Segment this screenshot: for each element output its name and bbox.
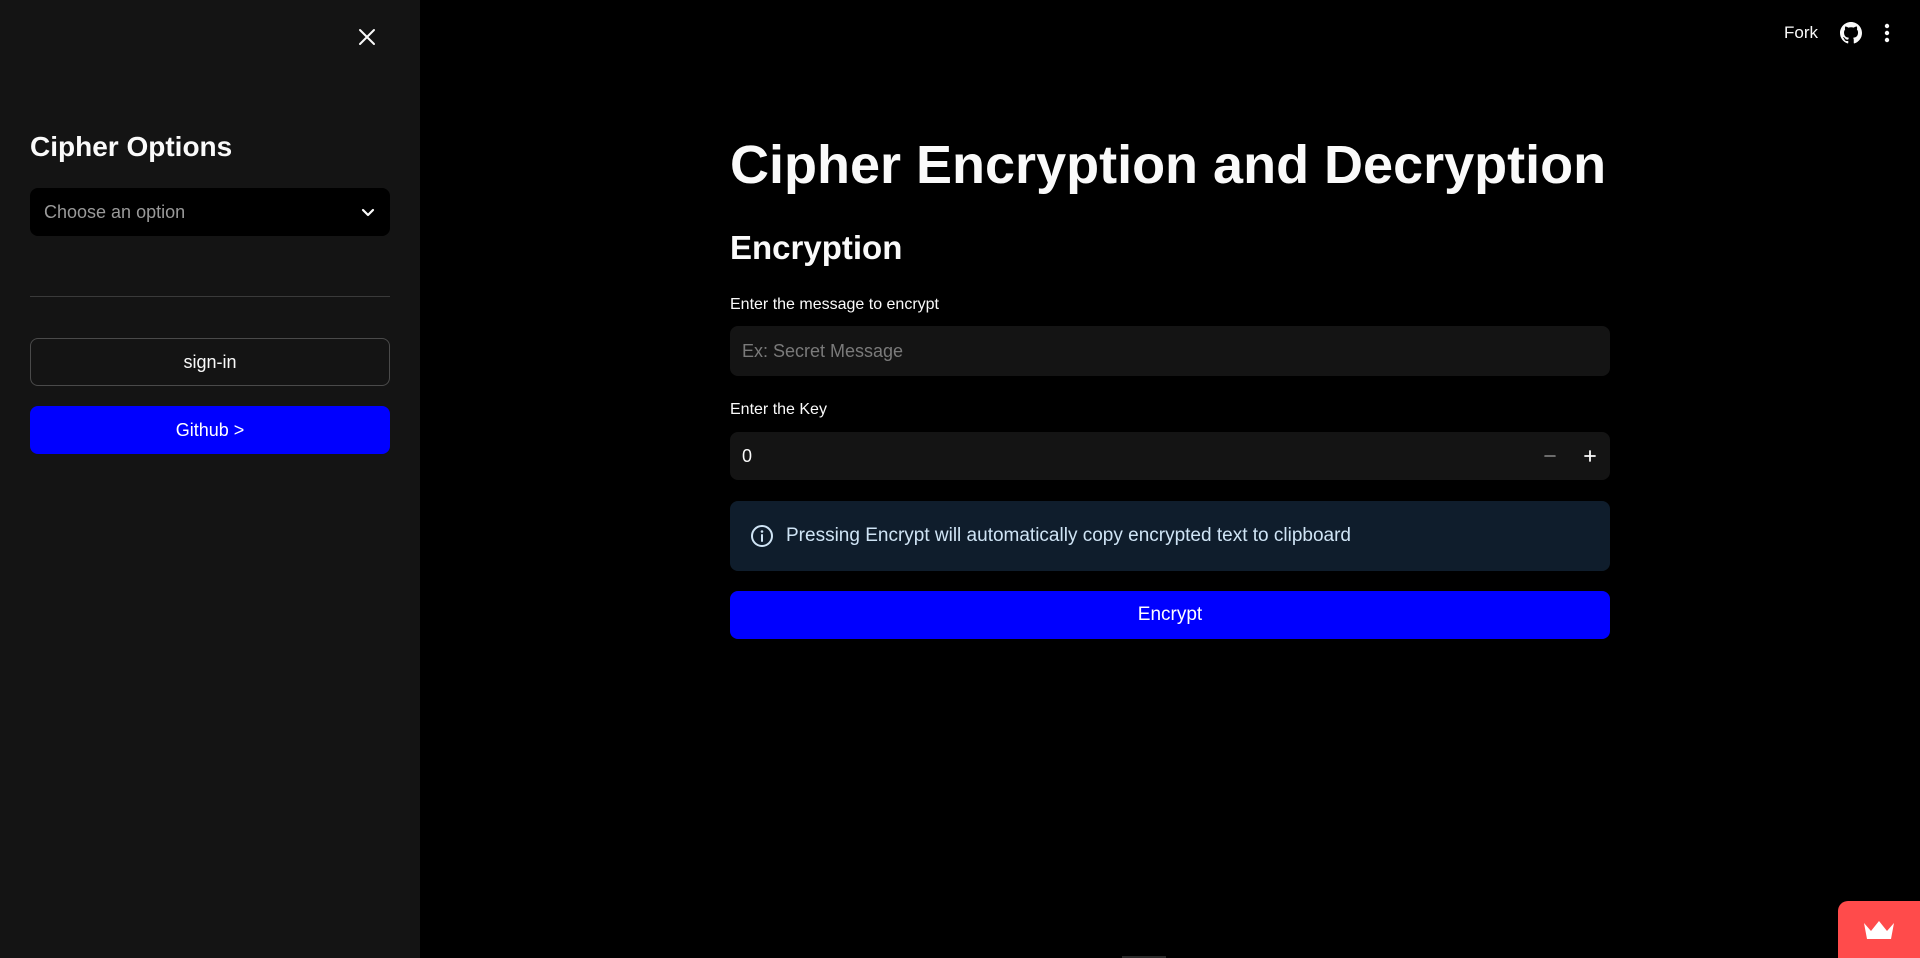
chevron-down-icon — [361, 208, 375, 217]
minus-icon — [1544, 455, 1556, 457]
info-text: Pressing Encrypt will automatically copy… — [786, 525, 1351, 546]
page-title: Cipher Encryption and Decryption — [730, 135, 1607, 195]
cipher-select[interactable]: Choose an option — [30, 188, 390, 236]
crown-icon — [1864, 920, 1894, 939]
key-label: Enter the Key — [730, 401, 827, 418]
hosting-badge[interactable] — [1838, 901, 1920, 958]
sidebar: Cipher Options Choose an option sign-in … — [0, 0, 420, 958]
encrypt-button[interactable]: Encrypt — [730, 591, 1610, 639]
more-vertical-icon — [1884, 23, 1890, 43]
message-input[interactable] — [730, 326, 1610, 376]
plus-icon — [1584, 450, 1596, 462]
github-button[interactable]: Github > — [30, 406, 390, 454]
header-toolbar: Fork — [1784, 18, 1890, 48]
message-label: Enter the message to encrypt — [730, 296, 939, 313]
cipher-select-placeholder: Choose an option — [44, 201, 186, 222]
key-increment-button[interactable] — [1570, 432, 1610, 480]
sign-in-button[interactable]: sign-in — [30, 338, 390, 386]
sidebar-divider — [30, 296, 390, 297]
app-root: Cipher Options Choose an option sign-in … — [0, 0, 1920, 958]
github-icon — [1840, 22, 1862, 44]
sidebar-title: Cipher Options — [30, 131, 233, 162]
section-title: Encryption — [730, 229, 903, 266]
key-decrement-button[interactable] — [1530, 432, 1570, 480]
key-input[interactable]: 0 — [730, 446, 1530, 467]
info-icon — [751, 525, 773, 547]
close-icon — [359, 29, 375, 45]
close-sidebar-button[interactable] — [352, 22, 382, 52]
github-link[interactable] — [1840, 22, 1862, 44]
fork-link[interactable]: Fork — [1784, 23, 1818, 43]
main-menu-button[interactable] — [1884, 23, 1890, 43]
key-number-input: 0 — [730, 432, 1610, 480]
info-alert: Pressing Encrypt will automatically copy… — [730, 501, 1610, 571]
